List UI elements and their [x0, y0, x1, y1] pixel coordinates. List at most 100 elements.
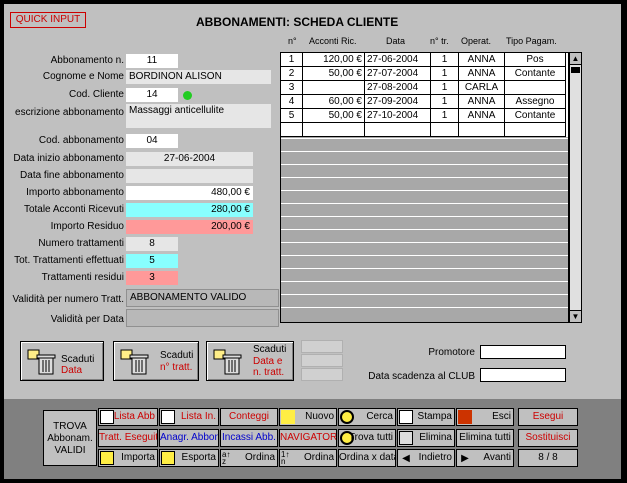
nuovo-button[interactable]: Nuovo	[279, 408, 337, 426]
importa-button[interactable]: Importa	[98, 449, 158, 467]
indietro-button[interactable]: ◀ Indietro	[397, 449, 455, 467]
descrizione-field[interactable]: Massaggi anticellulite	[126, 104, 271, 128]
ordina-az-button[interactable]: a↑ z Ordina	[220, 449, 278, 467]
table-cell-acconto[interactable]: 120,00 €	[303, 53, 365, 67]
navigator-button[interactable]: NAVIGATOR	[279, 429, 337, 447]
table-cell-data[interactable]: 27-06-2004	[365, 53, 431, 67]
incassi-abb-button[interactable]: Incassi Abb.	[220, 429, 278, 447]
table-cell-n[interactable]: 4	[281, 95, 303, 109]
table-row[interactable]: 5 50,00 €27-10-2004 1 ANNA Contante	[281, 109, 568, 123]
cod-abbonamento-field[interactable]: 04	[126, 134, 178, 148]
table-row[interactable]: 1 120,00 €27-06-2004 1 ANNA Pos	[281, 53, 568, 67]
cod-cliente-field[interactable]: 14	[126, 88, 178, 102]
table-cell-ntr[interactable]: 1	[431, 109, 459, 123]
stampa-label: Stampa	[417, 411, 452, 422]
sort-az-icon: a↑ z	[222, 450, 231, 466]
lista-abb-label: Lista Abb	[113, 411, 155, 422]
data-fine-field[interactable]	[126, 169, 253, 183]
table-cell-tipo[interactable]: Contante	[505, 67, 566, 81]
table-cell-empty[interactable]	[459, 123, 505, 137]
table-cell-data[interactable]: 27-08-2004	[365, 81, 431, 95]
table-cell-ntr[interactable]: 1	[431, 67, 459, 81]
table-cell-acconto[interactable]	[303, 81, 365, 95]
table-cell-tipo[interactable]: Pos	[505, 53, 566, 67]
numero-trattamenti-field[interactable]: 8	[126, 237, 178, 251]
table-cell-n[interactable]: 1	[281, 53, 303, 67]
table-cell-n[interactable]: 2	[281, 67, 303, 81]
abbonamento-n-field[interactable]: 11	[126, 54, 178, 68]
ordina-data-button[interactable]: Ordina x data	[338, 449, 396, 467]
scadenza-club-field[interactable]	[480, 368, 566, 382]
cerca-button[interactable]: Cerca	[338, 408, 396, 426]
esporta-button[interactable]: Esporta	[159, 449, 219, 467]
importo-field[interactable]: 480,00 €	[126, 186, 253, 200]
importo-residuo-label: Importo Residuo	[50, 221, 124, 232]
scaduti-label: Scaduti	[160, 350, 194, 361]
table-row-new[interactable]	[281, 123, 568, 137]
avanti-button[interactable]: ▶ Avanti	[456, 449, 514, 467]
scaduti-tratt-button[interactable]: Scaduti n° tratt.	[113, 341, 199, 381]
data-inizio-field[interactable]: 27-06-2004	[126, 152, 253, 166]
quick-input-button[interactable]: QUICK INPUT	[10, 12, 86, 28]
table-cell-ntr[interactable]: 1	[431, 81, 459, 95]
indietro-label: Indietro	[418, 452, 452, 463]
table-cell-n[interactable]: 3	[281, 81, 303, 95]
table-row-empty	[281, 255, 568, 268]
table-cell-empty[interactable]	[281, 123, 303, 137]
table-row[interactable]: 3 27-08-2004 1 CARLA	[281, 81, 568, 95]
table-cell-empty[interactable]	[303, 123, 365, 137]
table-cell-ntr[interactable]: 1	[431, 95, 459, 109]
scaduti-data-button[interactable]: Scaduti Data	[20, 341, 104, 381]
table-cell-operat[interactable]: ANNA	[459, 109, 505, 123]
table-cell-empty[interactable]	[365, 123, 431, 137]
table-row[interactable]: 2 50,00 €27-07-2004 1 ANNA Contante	[281, 67, 568, 81]
elimina-tutti-button[interactable]: Elimina tutti	[456, 429, 514, 447]
stampa-button[interactable]: Stampa	[397, 408, 455, 426]
search-icon	[340, 410, 354, 424]
table-cell-data[interactable]: 27-07-2004	[365, 67, 431, 81]
trova-validi-button[interactable]: TROVA Abbonam. VALIDI	[43, 410, 97, 466]
promotore-field[interactable]	[480, 345, 566, 359]
table-cell-n[interactable]: 5	[281, 109, 303, 123]
scroll-down-icon[interactable]: ▼	[570, 310, 581, 322]
ordina-num-button[interactable]: 1↑ n Ordina	[279, 449, 337, 467]
table-cell-data[interactable]: 27-09-2004	[365, 95, 431, 109]
table-cell-ntr[interactable]: 1	[431, 53, 459, 67]
elimina-button[interactable]: Elimina	[397, 429, 455, 447]
table-cell-empty[interactable]	[505, 123, 566, 137]
scroll-thumb[interactable]	[571, 67, 580, 73]
scroll-up-icon[interactable]: ▲	[570, 53, 581, 65]
table-cell-acconto[interactable]: 50,00 €	[303, 67, 365, 81]
table-cell-acconto[interactable]: 60,00 €	[303, 95, 365, 109]
table-scrollbar[interactable]: ▲ ▼	[569, 52, 582, 323]
table-cell-operat[interactable]: ANNA	[459, 53, 505, 67]
table-cell-operat[interactable]: CARLA	[459, 81, 505, 95]
table-cell-tipo[interactable]: Contante	[505, 109, 566, 123]
anagr-abbon-button[interactable]: Anagr. Abbon	[159, 429, 219, 447]
cod-cliente-label: Cod. Cliente	[68, 89, 124, 100]
table-cell-acconto[interactable]: 50,00 €	[303, 109, 365, 123]
table-cell-tipo[interactable]: Assegno	[505, 95, 566, 109]
lista-abb-button[interactable]: Lista Abb	[98, 408, 158, 426]
esci-button[interactable]: Esci	[456, 408, 514, 426]
table-cell-operat[interactable]: ANNA	[459, 67, 505, 81]
lista-in-button[interactable]: Lista In.	[159, 408, 219, 426]
table-cell-operat[interactable]: ANNA	[459, 95, 505, 109]
table-row[interactable]: 4 60,00 €27-09-2004 1 ANNA Assegno	[281, 95, 568, 109]
table-cell-data[interactable]: 27-10-2004	[365, 109, 431, 123]
tratt-eseguiti-button[interactable]: Tratt. Eseguiti	[98, 429, 158, 447]
record-counter: 8 / 8	[518, 449, 578, 467]
trova-tutti-button[interactable]: Trova tutti	[338, 429, 396, 447]
cerca-label: Cerca	[366, 411, 393, 422]
validita-tratt-field: ABBONAMENTO VALIDO	[126, 289, 279, 307]
conteggi-button[interactable]: Conteggi	[220, 408, 278, 426]
table-cell-empty[interactable]	[431, 123, 459, 137]
esegui-button[interactable]: Esegui	[518, 408, 578, 426]
sostituisci-button[interactable]: Sostituisci	[518, 429, 578, 447]
validita-tratt-label: Validità per numero Tratt.	[12, 294, 124, 305]
table-cell-tipo[interactable]	[505, 81, 566, 95]
scaduti-data-tratt-button[interactable]: Scaduti Data e n. tratt.	[206, 341, 294, 381]
cognome-nome-field[interactable]: BORDINON ALISON	[126, 70, 271, 84]
trash-bin-icon	[213, 349, 242, 375]
col-header-operat: Operat.	[461, 36, 492, 46]
